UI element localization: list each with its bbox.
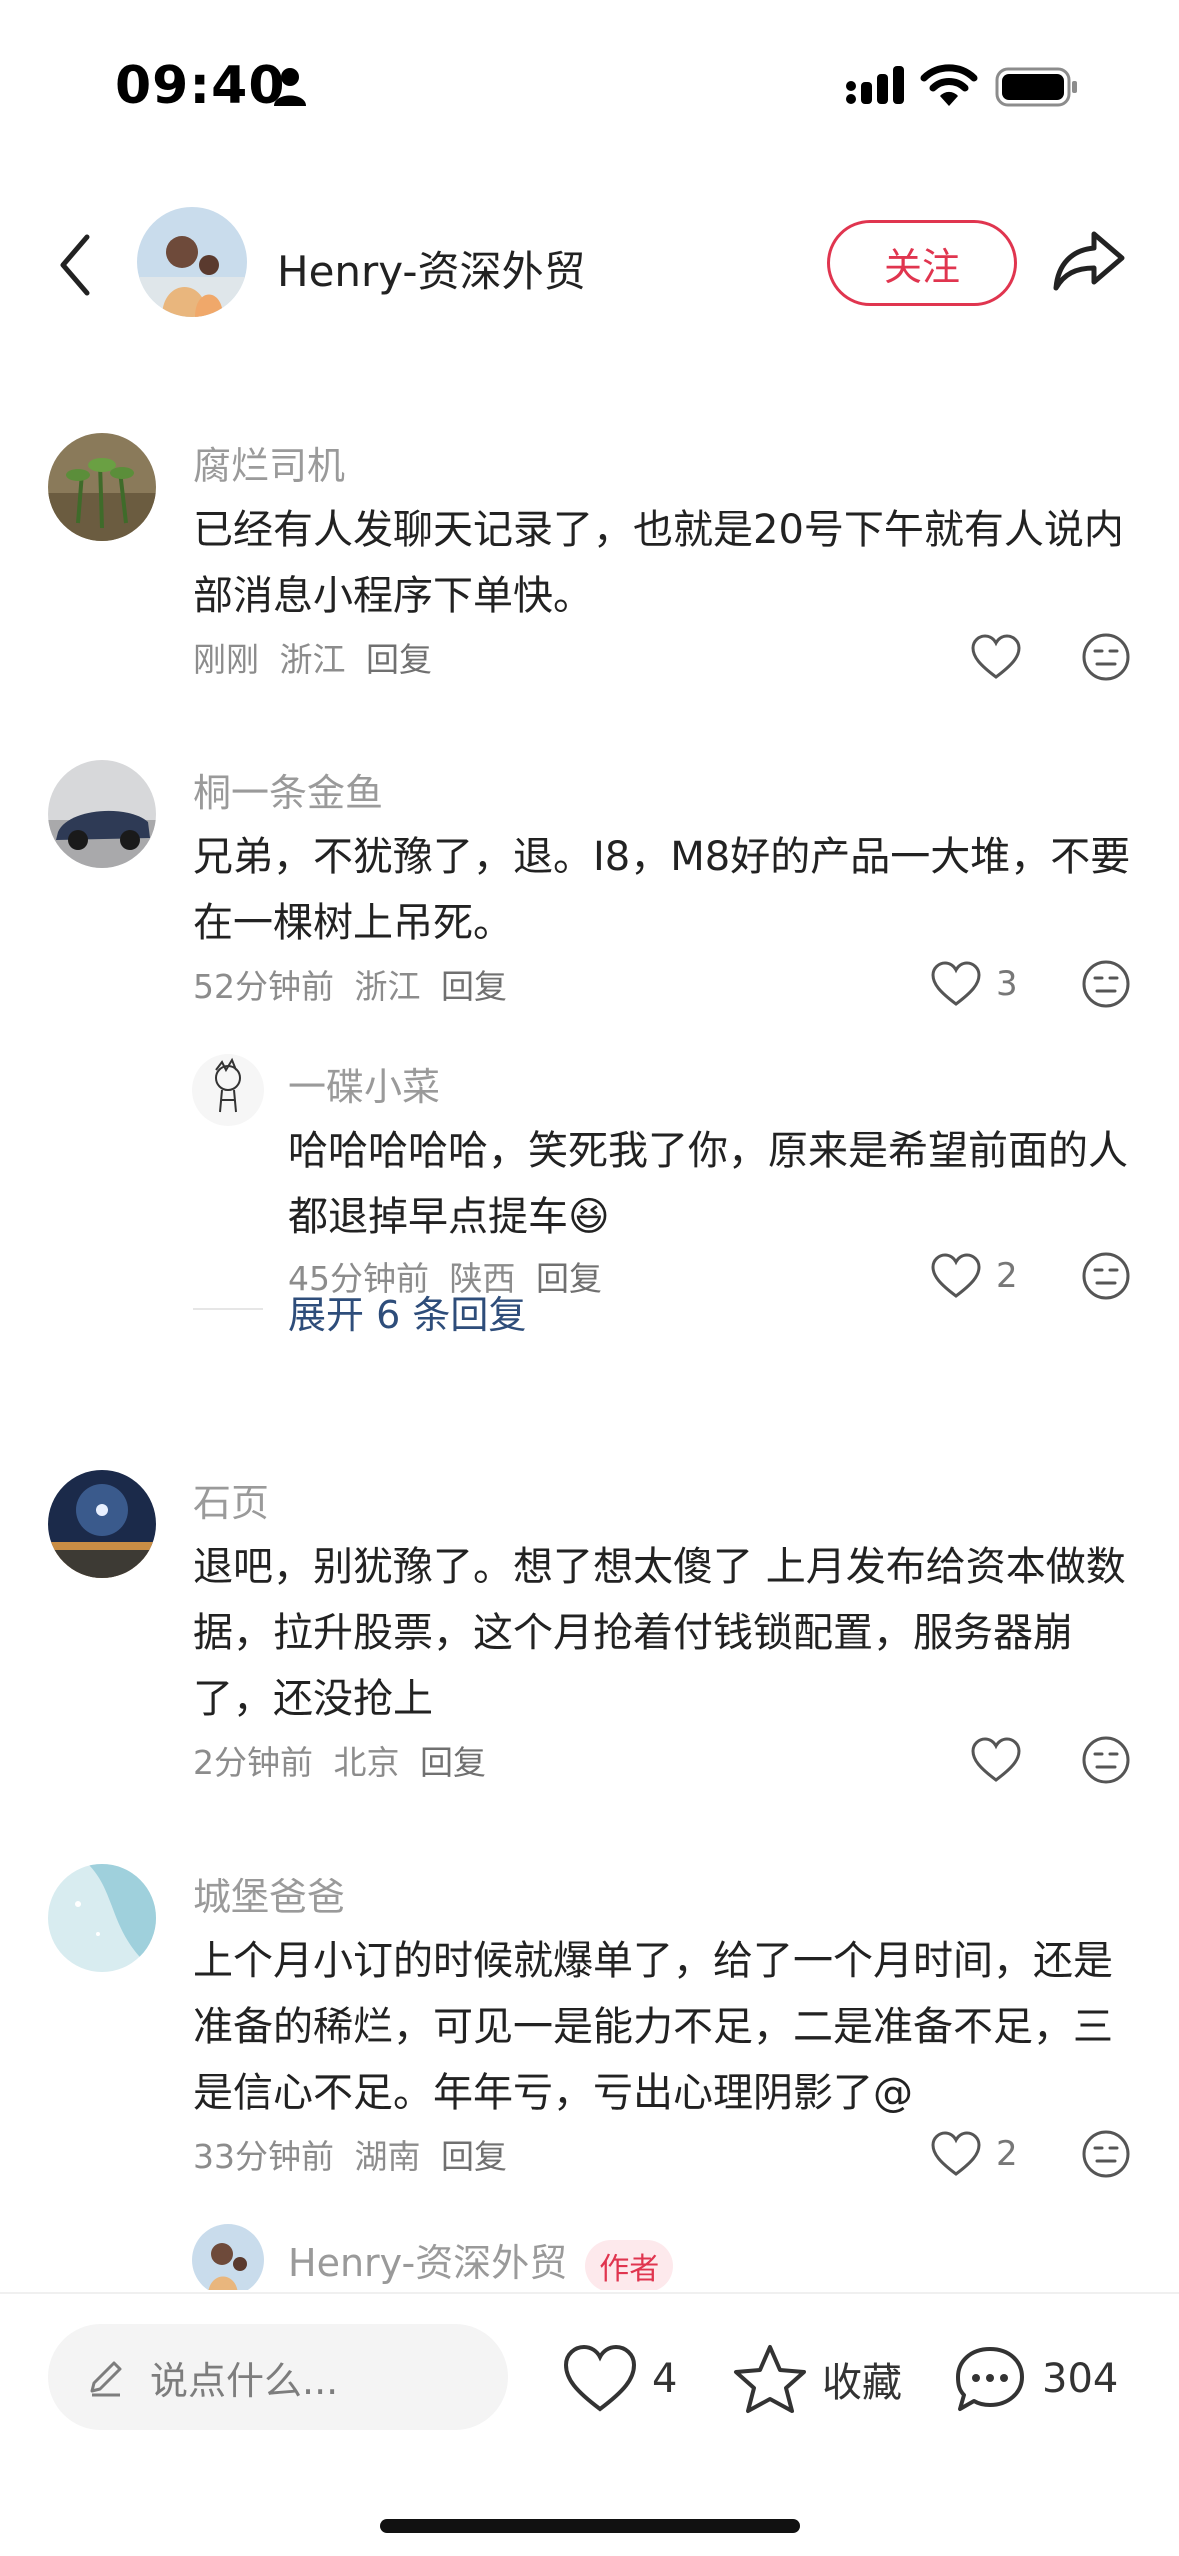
avatar[interactable] (48, 1470, 156, 1578)
comment-location: 北京 (333, 1743, 400, 1782)
avatar[interactable] (192, 2224, 264, 2290)
laughing-emoji: 😆 (568, 1194, 610, 1240)
collect-button[interactable]: 收藏 (732, 2339, 902, 2419)
share-icon (1053, 231, 1125, 291)
back-icon (60, 234, 90, 296)
like-count: 3 (996, 964, 1018, 1004)
avatar[interactable] (48, 433, 156, 541)
reply-button[interactable]: 回复 (536, 1259, 602, 1298)
dislike-face-icon[interactable] (1080, 631, 1132, 683)
comment-location: 浙江 (354, 967, 421, 1006)
follow-button[interactable]: 关注 (827, 220, 1017, 306)
status-time: 09:40 (115, 56, 286, 116)
comment-text: 退吧，别犹豫了。想了想太傻了 上月发布给资本做数据，拉升股票，这个月抢着付钱锁配… (193, 1544, 1126, 1722)
author-reply-name[interactable]: Henry-资深外贸 (288, 2241, 567, 2285)
comment-time: 2分钟前 (193, 1743, 313, 1782)
reply-button[interactable]: 回复 (441, 2137, 507, 2176)
commenter-name[interactable]: 腐烂司机 (193, 435, 345, 490)
comment-meta: 52分钟前 浙江 回复 (193, 960, 517, 1008)
like-button[interactable]: 3 (930, 954, 1050, 1014)
like-count: 2 (996, 1256, 1018, 1296)
comment-location: 湖南 (354, 2137, 421, 2176)
commenter-name[interactable]: 一碟小菜 (288, 1056, 440, 1111)
author-badge: 作者 (585, 2239, 674, 2290)
commenter-name[interactable]: 桐一条金鱼 (193, 762, 383, 817)
comment-input[interactable]: 说点什么... (48, 2324, 508, 2430)
chat-bubble-icon (956, 2347, 1024, 2411)
dislike-face-icon[interactable] (1080, 1250, 1132, 1302)
comment-meta: 33分钟前 湖南 回复 (193, 2130, 517, 2178)
divider (193, 1308, 263, 1310)
avatar[interactable] (192, 1054, 264, 1126)
heart-icon (971, 1737, 1021, 1782)
reply-button[interactable]: 回复 (366, 640, 432, 679)
expand-replies-button[interactable]: 展开 6 条回复 (288, 1284, 526, 1339)
reply-text: 哈哈哈哈哈，笑死我了你，原来是希望前面的人都退掉早点提车 (288, 1128, 1128, 1240)
dislike-face-icon[interactable] (1080, 2128, 1132, 2180)
dislike-face-icon[interactable] (1080, 1734, 1132, 1786)
heart-icon (931, 2131, 981, 2176)
like-button[interactable]: 2 (930, 1246, 1050, 1306)
collect-label: 收藏 (822, 2360, 902, 2406)
comment-button[interactable]: 304 (952, 2339, 1118, 2419)
person-icon (274, 68, 306, 106)
home-indicator[interactable] (380, 2519, 800, 2533)
commenter-name: Henry-资深外贸 作者 (288, 2232, 674, 2290)
author-name[interactable]: Henry-资深外贸 (277, 238, 586, 299)
status-bar: 09:40 (0, 0, 1179, 170)
like-post-button[interactable]: 4 (562, 2339, 677, 2419)
heart-icon (931, 961, 981, 1006)
star-icon (734, 2345, 806, 2413)
like-count: 2 (996, 2134, 1018, 2174)
bottom-action-bar: 说点什么... 4 收藏 304 (0, 2292, 1179, 2556)
commenter-name[interactable]: 石页 (193, 1472, 269, 1527)
comment-location: 浙江 (279, 640, 346, 679)
avatar[interactable] (48, 760, 156, 868)
reply-button[interactable]: 回复 (420, 1743, 486, 1782)
commenter-name[interactable]: 城堡爸爸 (193, 1866, 345, 1921)
comment-input-placeholder: 说点什么... (150, 2358, 339, 2403)
wifi-icon (920, 64, 978, 106)
dislike-face-icon[interactable] (1080, 958, 1132, 1010)
author-avatar[interactable] (137, 207, 247, 317)
back-button[interactable] (40, 220, 110, 310)
reply-button[interactable]: 回复 (441, 967, 507, 1006)
like-button[interactable]: 2 (930, 2124, 1050, 2184)
comment-text: 已经有人发聊天记录了，也就是20号下午就有人说内部消息小程序下单快。 (193, 507, 1124, 619)
comment-list: 腐烂司机 已经有人发聊天记录了，也就是20号下午就有人说内部消息小程序下单快。 … (0, 400, 1179, 2290)
comment-count: 304 (1042, 2356, 1119, 2402)
signal-icon (846, 66, 904, 104)
comment-text: 兄弟，不犹豫了，退。I8，M8好的产品一大堆，不要在一棵树上吊死。 (193, 834, 1131, 946)
heart-icon (971, 634, 1021, 679)
heart-icon (931, 1253, 981, 1298)
comment-text: 哈哈哈哈哈，笑死我了你，原来是希望前面的人都退掉早点提车😆 (288, 1118, 1148, 1250)
comment-time: 52分钟前 (193, 967, 334, 1006)
comment-text: 上个月小订的时候就爆单了，给了一个月时间，还是准备的稀烂，可见一是能力不足，二是… (193, 1938, 1113, 2116)
post-like-count: 4 (652, 2356, 678, 2402)
post-header: Henry-资深外贸 关注 (0, 190, 1179, 340)
battery-icon (995, 67, 1077, 107)
pencil-icon (90, 2361, 122, 2397)
comment-meta: 2分钟前 北京 回复 (193, 1736, 496, 1784)
avatar[interactable] (48, 1864, 156, 1972)
like-button[interactable] (970, 1730, 1090, 1790)
share-button[interactable] (1050, 220, 1130, 300)
heart-icon (563, 2344, 637, 2412)
comment-meta: 刚刚 浙江 回复 (193, 633, 442, 681)
like-button[interactable] (970, 627, 1090, 687)
comment-time: 刚刚 (193, 640, 259, 679)
comment-time: 33分钟前 (193, 2137, 334, 2176)
